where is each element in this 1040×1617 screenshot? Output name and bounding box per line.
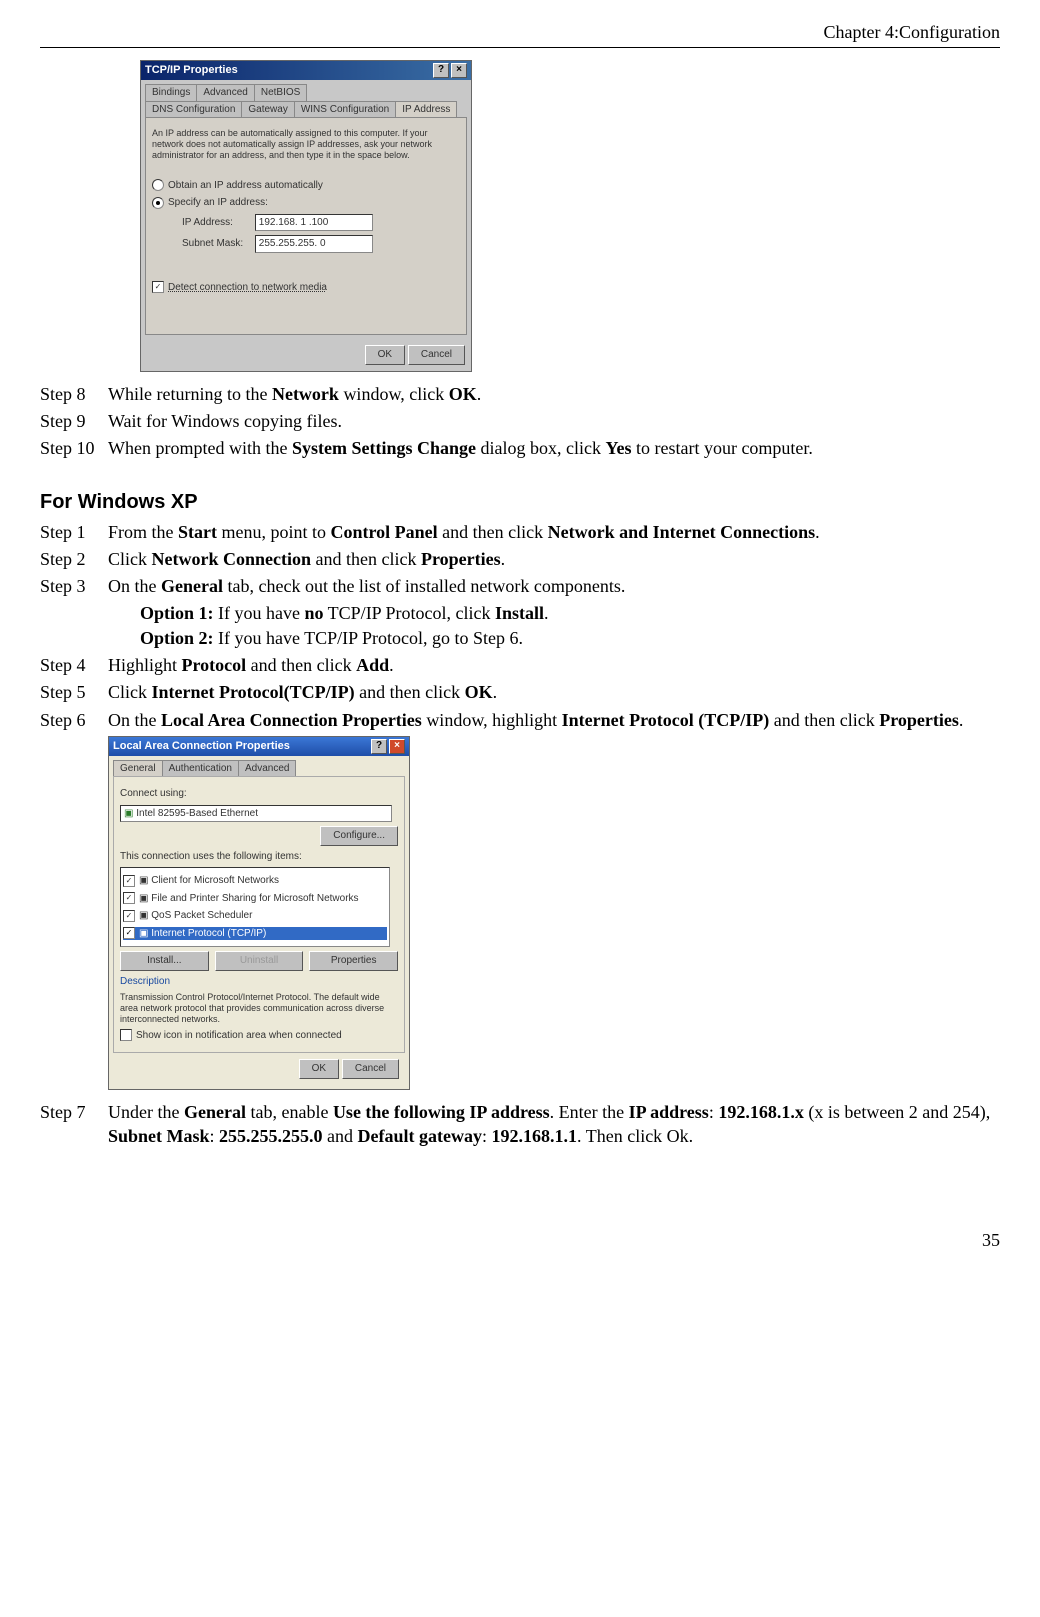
- step-label: Step 1: [40, 520, 108, 544]
- tab-advanced[interactable]: Advanced: [238, 760, 296, 777]
- configure-button[interactable]: Configure...: [320, 826, 398, 846]
- tab-ipaddress[interactable]: IP Address: [395, 101, 457, 118]
- tab-netbios[interactable]: NetBIOS: [254, 84, 307, 101]
- section-heading: For Windows XP: [40, 489, 1000, 516]
- label-specify-ip: Specify an IP address:: [168, 197, 268, 208]
- list-item[interactable]: File and Printer Sharing for Microsoft N…: [151, 893, 358, 904]
- option-line: Option 2: If you have TCP/IP Protocol, g…: [140, 626, 1000, 650]
- tab-advanced[interactable]: Advanced: [196, 84, 254, 101]
- checkbox-detect[interactable]: ✓: [152, 281, 164, 293]
- step-text: Under the General tab, enable Use the fo…: [108, 1100, 1000, 1149]
- step-text: Click Internet Protocol(TCP/IP) and then…: [108, 680, 1000, 704]
- close-icon[interactable]: ×: [451, 63, 467, 78]
- step-label: Step 7: [40, 1100, 108, 1149]
- component-list[interactable]: ✓▣ Client for Microsoft Networks ✓▣ File…: [120, 867, 390, 947]
- step-text: Wait for Windows copying files.: [108, 409, 1000, 433]
- list-item-selected[interactable]: Internet Protocol (TCP/IP): [151, 928, 266, 939]
- step-text: From the Start menu, point to Control Pa…: [108, 520, 1000, 544]
- step-text: On the Local Area Connection Properties …: [108, 708, 1000, 732]
- step-text: When prompted with the System Settings C…: [108, 436, 1000, 460]
- close-icon[interactable]: ×: [389, 739, 405, 754]
- step-label: Step 10: [40, 436, 108, 460]
- install-button[interactable]: Install...: [120, 951, 209, 971]
- page-number: 35: [40, 1228, 1000, 1252]
- help-icon[interactable]: ?: [371, 739, 387, 754]
- dialog-title: Local Area Connection Properties: [113, 739, 290, 754]
- list-item[interactable]: Client for Microsoft Networks: [151, 875, 279, 886]
- properties-button[interactable]: Properties: [309, 951, 398, 971]
- label-auto-ip: Obtain an IP address automatically: [168, 180, 323, 191]
- tab-general[interactable]: General: [113, 760, 163, 777]
- step-label: Step 4: [40, 653, 108, 677]
- input-ip[interactable]: 192.168. 1 .100: [255, 214, 373, 232]
- dialog-titlebar: Local Area Connection Properties ? ×: [109, 737, 409, 756]
- step-text: While returning to the Network window, c…: [108, 382, 1000, 406]
- dialog-title: TCP/IP Properties: [145, 63, 238, 78]
- tab-gateway[interactable]: Gateway: [241, 101, 294, 118]
- list-item[interactable]: QoS Packet Scheduler: [151, 910, 252, 921]
- label-show-icon: Show icon in notification area when conn…: [136, 1030, 342, 1041]
- ok-button[interactable]: OK: [299, 1059, 339, 1079]
- step-text: Highlight Protocol and then click Add.: [108, 653, 1000, 677]
- nic-field: ▣ Intel 82595-Based Ethernet: [120, 805, 392, 823]
- description-text: Transmission Control Protocol/Internet P…: [120, 992, 398, 1024]
- ok-button[interactable]: OK: [365, 345, 405, 365]
- tab-dns[interactable]: DNS Configuration: [145, 101, 242, 118]
- page-header: Chapter 4:Configuration: [40, 20, 1000, 48]
- step-label: Step 9: [40, 409, 108, 433]
- option-line: Option 1: If you have no TCP/IP Protocol…: [140, 601, 1000, 625]
- step-label: Step 3: [40, 574, 108, 598]
- chapter-title: Chapter 4:Configuration: [824, 22, 1000, 42]
- dialog-titlebar: TCP/IP Properties ? ×: [141, 61, 471, 80]
- radio-specify-ip[interactable]: [152, 197, 164, 209]
- tcpip-properties-dialog: TCP/IP Properties ? × Bindings Advanced …: [140, 60, 1000, 371]
- step-label: Step 8: [40, 382, 108, 406]
- label-detect: Detect connection to network media: [168, 282, 327, 293]
- tab-wins[interactable]: WINS Configuration: [294, 101, 396, 118]
- uninstall-button[interactable]: Uninstall: [215, 951, 304, 971]
- steps-block-a: Step 8 While returning to the Network wi…: [40, 382, 1000, 461]
- cancel-button[interactable]: Cancel: [342, 1059, 399, 1079]
- label-ip: IP Address:: [182, 216, 252, 230]
- label-description: Description: [120, 975, 398, 989]
- radio-auto-ip[interactable]: [152, 179, 164, 191]
- input-mask[interactable]: 255.255.255. 0: [255, 235, 373, 253]
- step-label: Step 6: [40, 708, 108, 732]
- step-label: Step 5: [40, 680, 108, 704]
- step-text: On the General tab, check out the list o…: [108, 574, 1000, 598]
- step-text: Click Network Connection and then click …: [108, 547, 1000, 571]
- tab-bindings[interactable]: Bindings: [145, 84, 197, 101]
- label-mask: Subnet Mask:: [182, 237, 252, 251]
- label-uses: This connection uses the following items…: [120, 850, 398, 864]
- tab-auth[interactable]: Authentication: [162, 760, 239, 777]
- checkbox-show-icon[interactable]: [120, 1029, 132, 1041]
- cancel-button[interactable]: Cancel: [408, 345, 465, 365]
- help-icon[interactable]: ?: [433, 63, 449, 78]
- label-connect-using: Connect using:: [120, 787, 398, 801]
- lan-properties-dialog: Local Area Connection Properties ? × Gen…: [108, 736, 1000, 1090]
- steps-block-xp: Step 1 From the Start menu, point to Con…: [40, 520, 1000, 732]
- dialog-desc: An IP address can be automatically assig…: [152, 128, 460, 160]
- step-label: Step 2: [40, 547, 108, 571]
